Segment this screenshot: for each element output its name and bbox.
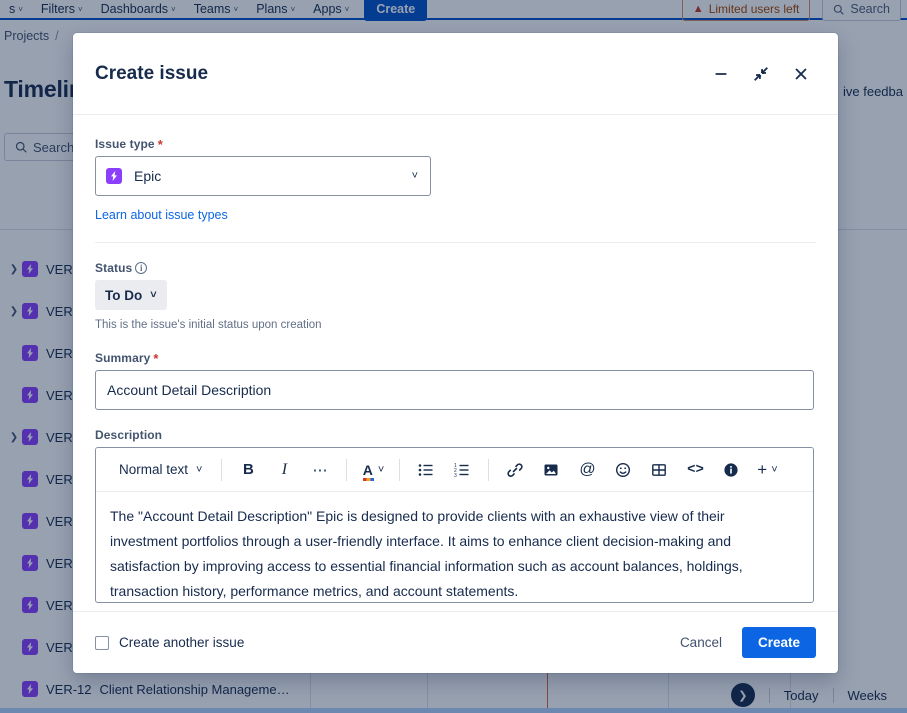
create-issue-modal: Create issue Issue type * Epic ˅ Learn a…: [73, 33, 838, 673]
toolbar-divider: [488, 458, 490, 481]
info-panel-icon[interactable]: [716, 455, 746, 485]
italic-icon[interactable]: I: [269, 455, 299, 485]
description-body[interactable]: The "Account Detail Description" Epic is…: [96, 492, 813, 602]
create-button[interactable]: Create: [741, 627, 816, 658]
summary-label: Summary: [95, 351, 151, 365]
status-label: Status: [95, 261, 133, 275]
status-label-row: Status i: [95, 261, 816, 275]
text-style-label: Normal text: [119, 462, 189, 477]
emoji-icon[interactable]: [608, 455, 638, 485]
modal-footer: Create another issue Cancel Create: [73, 611, 838, 673]
chevron-down-icon: ˅: [196, 463, 203, 476]
image-icon[interactable]: [536, 455, 566, 485]
status-value: To Do: [105, 287, 143, 303]
bold-icon[interactable]: B: [233, 455, 263, 485]
issue-type-value: Epic: [134, 168, 162, 184]
learn-about-issue-types-link[interactable]: Learn about issue types: [95, 208, 228, 222]
modal-header: Create issue: [73, 33, 838, 115]
required-marker: *: [157, 136, 163, 152]
mention-icon[interactable]: @: [572, 455, 602, 485]
description-label-row: Description: [95, 428, 816, 442]
cancel-button[interactable]: Cancel: [668, 628, 734, 657]
description-label: Description: [95, 428, 163, 442]
summary-label-row: Summary *: [95, 351, 816, 365]
chevron-down-icon: ˅: [377, 463, 385, 476]
required-marker: *: [153, 350, 159, 366]
modal-title: Create issue: [95, 62, 209, 84]
description-line: satisfaction by improving access to esse…: [110, 558, 743, 574]
minimize-icon[interactable]: [710, 63, 732, 85]
description-line: transaction history, performance metrics…: [110, 583, 519, 599]
bullet-list-icon[interactable]: [411, 455, 441, 485]
create-another-label: Create another issue: [119, 635, 245, 650]
issue-type-label: Issue type: [95, 137, 155, 151]
issue-type-select[interactable]: Epic ˅: [95, 156, 431, 196]
numbered-list-icon[interactable]: 123: [447, 455, 477, 485]
table-icon[interactable]: [644, 455, 674, 485]
text-color-icon[interactable]: A ˅: [358, 455, 388, 485]
status-helper-text: This is the issue's initial status upon …: [95, 319, 322, 331]
epic-icon: [106, 168, 122, 184]
info-circle-icon[interactable]: i: [135, 262, 148, 274]
collapse-icon[interactable]: [750, 63, 772, 85]
chevron-down-icon: ˅: [411, 170, 418, 182]
issue-type-label-row: Issue type *: [95, 137, 816, 151]
toolbar-divider: [399, 458, 401, 481]
description-line: investment portfolios through a user-fri…: [110, 533, 731, 549]
toolbar-divider: [346, 458, 348, 481]
chevron-down-icon: ˅: [150, 289, 157, 301]
create-another-checkbox[interactable]: [95, 635, 109, 650]
summary-value: Account Detail Description: [107, 382, 272, 398]
section-divider: [95, 242, 816, 243]
text-style-dropdown[interactable]: Normal text ˅: [111, 455, 210, 485]
description-editor: Normal text ˅ B I ⋯ A ˅ 1 2 3 @ <> + ˅ T…: [95, 447, 814, 603]
chevron-down-icon: ˅: [771, 463, 778, 476]
description-line: The "Account Detail Description" Epic is…: [110, 508, 725, 524]
summary-input[interactable]: Account Detail Description: [95, 370, 814, 410]
status-select[interactable]: To Do ˅: [95, 280, 167, 310]
modal-header-actions: [710, 63, 812, 85]
modal-body: Issue type * Epic ˅ Learn about issue ty…: [73, 115, 838, 611]
svg-text:3: 3: [454, 473, 457, 478]
link-icon[interactable]: [500, 455, 530, 485]
code-icon[interactable]: <>: [680, 455, 710, 485]
toolbar-divider: [221, 458, 223, 481]
close-icon[interactable]: [790, 63, 812, 85]
editor-toolbar: Normal text ˅ B I ⋯ A ˅ 1 2 3 @ <> + ˅: [96, 448, 813, 492]
more-formatting-icon[interactable]: ⋯: [305, 455, 335, 485]
insert-more-icon[interactable]: + ˅: [752, 455, 782, 485]
create-another-issue-control[interactable]: Create another issue: [95, 635, 668, 650]
